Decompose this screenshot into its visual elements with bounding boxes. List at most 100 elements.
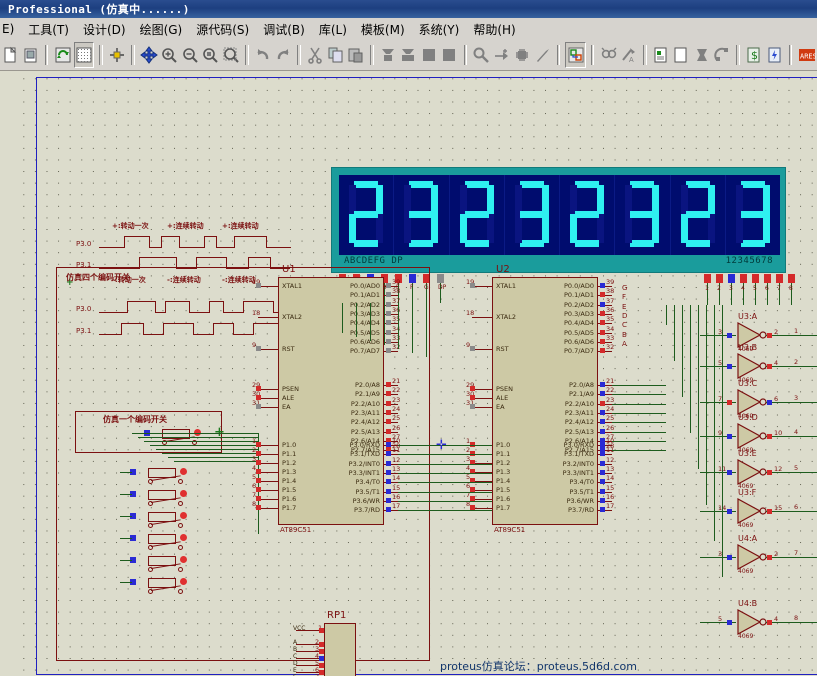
toolbar-button-electrical-rule-check[interactable] [672, 43, 690, 67]
main-toolbar[interactable]: A $ ARES [0, 40, 817, 71]
gate-2-symbol[interactable] [736, 389, 770, 415]
u2-pinlabel-P0.5/AD5: P0.5/AD5 [563, 328, 594, 337]
toolbar-button-wire-label[interactable] [565, 42, 586, 68]
toolbar-button-zoom-area[interactable] [222, 43, 240, 67]
display-pin-DP[interactable] [437, 274, 444, 283]
display-digit-pin-4[interactable] [740, 274, 747, 283]
segment-e [680, 214, 688, 243]
u1-pinstate-24 [386, 409, 391, 415]
segment-d [354, 240, 379, 247]
gate-5-symbol[interactable] [736, 498, 770, 524]
menu-template[interactable]: 模板(M) [354, 19, 412, 40]
display-digit-pin-1[interactable] [704, 274, 711, 283]
gate-4-symbol[interactable] [736, 459, 770, 485]
toolbar-button-open-file[interactable] [21, 43, 39, 67]
toolbar-button-zoom-in[interactable] [160, 43, 178, 67]
u2-netlabel-F: F [622, 293, 627, 302]
menu-tools[interactable]: 工具(T) [21, 19, 76, 40]
display-digit-pin-2[interactable] [716, 274, 723, 283]
menu-graph[interactable]: 绘图(G) [133, 19, 190, 40]
display-digit-pin-5[interactable] [752, 274, 759, 283]
switch-1-button[interactable] [180, 468, 187, 475]
u1-pinlabel-P0.7/AD7: P0.7/AD7 [349, 347, 380, 356]
toolbar-button-undo[interactable] [254, 43, 272, 67]
u1-pinstate-32 [386, 348, 391, 354]
display-digit-label-3: 3 [729, 285, 733, 292]
menubar[interactable]: E) 工具(T) 设计(D) 绘图(G) 源代码(S) 调试(B) 库(L) 模板(M) 系统(… [0, 18, 817, 40]
gate-6-symbol[interactable] [736, 544, 770, 570]
toolbar-button-block-move[interactable] [399, 43, 417, 67]
toolbar-button-refresh[interactable] [53, 43, 71, 67]
menu-design[interactable]: 设计(D) [76, 19, 133, 40]
u2-pinstate-12 [600, 460, 605, 466]
bus-branch-4 [612, 412, 666, 414]
schematic-editor[interactable]: ABCDEFG DP 12345678 ABCDEFGDP 12345678 +… [0, 71, 817, 676]
switch-4-button[interactable] [180, 534, 187, 541]
rp1-body[interactable] [324, 623, 356, 676]
toolbar-button-generate-report[interactable]: $ [745, 43, 763, 67]
toolbar-button-property-assign[interactable]: A [620, 43, 638, 67]
display-digit-pin-7[interactable] [776, 274, 783, 283]
toolbar-button-make-device[interactable] [492, 43, 510, 67]
toolbar-button-search[interactable] [599, 43, 617, 67]
menu-edit[interactable]: E) [0, 20, 21, 38]
toolbar-button-copy[interactable] [326, 43, 344, 67]
u2-pinlabel-P0.7/AD7: P0.7/AD7 [563, 347, 594, 356]
gate-2-input-state [727, 400, 732, 405]
display-digit-pin-6[interactable] [764, 274, 771, 283]
menu-source[interactable]: 源代码(S) [189, 19, 256, 40]
u1-pinlabel-P3.1/TXD: P3.1/TXD [350, 450, 380, 459]
toolbar-button-cut[interactable] [306, 43, 324, 67]
toolbar-button-packaging-tool[interactable] [513, 43, 531, 67]
gate-3-symbol[interactable] [736, 423, 770, 449]
u1-pinlabel-P2.1/A9: P2.1/A9 [354, 390, 380, 399]
toolbar-button-toggle-grid[interactable] [73, 42, 95, 68]
toolbar-button-bill-of-materials[interactable] [652, 43, 670, 67]
toolbar-button-pan[interactable] [140, 43, 158, 67]
rp1-refdes: RP1 [327, 610, 347, 621]
u2-lead-PSEN [472, 389, 492, 390]
gate-7-symbol[interactable] [736, 609, 770, 635]
schematic-sheet[interactable]: ABCDEFG DP 12345678 ABCDEFGDP 12345678 +… [14, 71, 817, 676]
segment-d [740, 240, 765, 247]
display-digit-pin-8[interactable] [788, 274, 795, 283]
display-digit-pin-3[interactable] [728, 274, 735, 283]
gate-1-output-pin: 4 [774, 359, 779, 367]
toolbar-button-ares[interactable]: ARES [797, 43, 816, 67]
toolbar-button-redo[interactable] [274, 43, 292, 67]
toolbar-button-zoom-out[interactable] [181, 43, 199, 67]
toolbar-button-decompose[interactable] [533, 43, 551, 67]
menu-help[interactable]: 帮助(H) [466, 19, 522, 40]
toolbar-button-block-rotate[interactable] [420, 43, 438, 67]
u2-lead-EA [472, 407, 492, 408]
toolbar-button-new-file[interactable] [1, 43, 19, 67]
toolbar-button-netlist-compiler[interactable] [693, 43, 711, 67]
toolbar-button-netlist-transfer[interactable] [713, 43, 731, 67]
switch-2-button[interactable] [180, 490, 187, 497]
seven-segment-display[interactable]: ABCDEFG DP 12345678 [331, 167, 786, 273]
gate-1-symbol[interactable] [736, 353, 770, 379]
electrical-rule-check-icon [672, 46, 690, 64]
switch-3-button[interactable] [180, 512, 187, 519]
switch-5-button[interactable] [180, 556, 187, 563]
menu-library[interactable]: 库(L) [312, 19, 354, 40]
toolbar-button-paste[interactable] [347, 43, 365, 67]
toolbar-button-block-copy[interactable] [379, 43, 397, 67]
toolbar-button-pick-device[interactable] [472, 43, 490, 67]
toolbar-button-block-delete[interactable] [440, 43, 458, 67]
toolbar-button-origin[interactable] [108, 43, 126, 67]
toolbar-button-zoom-fit[interactable] [201, 43, 219, 67]
switch-6-button[interactable] [180, 578, 187, 585]
timing-segment [216, 247, 234, 248]
u1-lead-PSEN [258, 389, 278, 390]
u2-pinnum-13: 13 [606, 464, 615, 473]
timing-top-caption-3: +:连续转动 [222, 222, 259, 230]
u1-pinlabel-P3.7/RD: P3.7/RD [354, 506, 380, 515]
menu-system[interactable]: 系统(Y) [412, 19, 467, 40]
segment-c [707, 214, 715, 243]
menu-debug[interactable]: 调试(B) [256, 19, 312, 40]
u2-pinnum-37: 37 [606, 296, 615, 305]
gate-6-output-state [767, 555, 772, 560]
bus-branch-2 [612, 394, 666, 396]
toolbar-button-run-simulation[interactable] [765, 43, 783, 67]
